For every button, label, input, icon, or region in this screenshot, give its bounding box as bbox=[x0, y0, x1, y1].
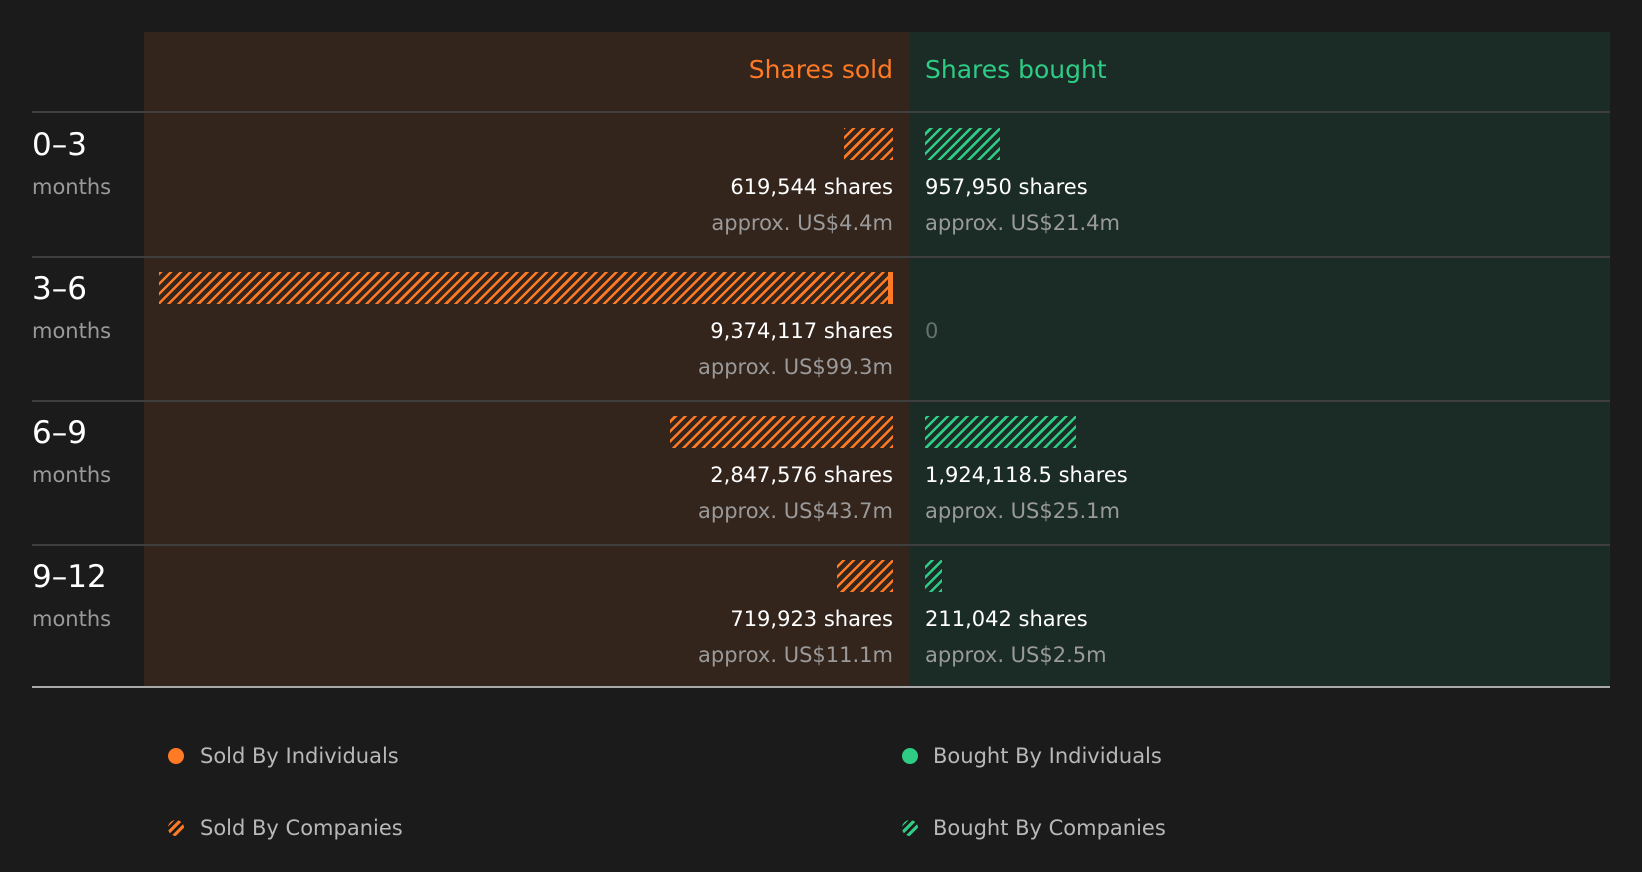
sold-bar bbox=[836, 560, 893, 592]
bought-shares-label: 1,924,118.5 shares bbox=[925, 463, 1128, 487]
sold-bar bbox=[844, 128, 893, 160]
period-label: 0–3 bbox=[32, 127, 87, 163]
sold-bar bbox=[159, 272, 893, 304]
sold-shares-label: 2,847,576 shares bbox=[710, 463, 893, 487]
bought-shares-label: 0 bbox=[925, 319, 939, 343]
legend-bought-by-individuals: Bought By Individuals bbox=[933, 744, 1162, 768]
sold-value-label: approx. US$99.3m bbox=[698, 355, 893, 379]
period-unit: months bbox=[32, 607, 112, 631]
bought-bar bbox=[925, 560, 942, 592]
sold-shares-label: 619,544 shares bbox=[730, 175, 893, 199]
period-row-6-9: 6–9 months 2,847,576 shares approx. US$4… bbox=[0, 400, 1642, 544]
sold-value-label: approx. US$43.7m bbox=[698, 499, 893, 523]
chart-bottom-rule bbox=[32, 686, 1610, 688]
period-unit: months bbox=[32, 319, 112, 343]
sold-shares-label: 719,923 shares bbox=[730, 607, 893, 631]
period-row-0-3: 0–3 months 619,544 shares approx. US$4.4… bbox=[0, 112, 1642, 256]
bought-value-label: approx. US$21.4m bbox=[925, 211, 1120, 235]
legend-bought-by-companies: Bought By Companies bbox=[933, 816, 1166, 840]
bought-shares-label: 211,042 shares bbox=[925, 607, 1088, 631]
sold-by-individuals-swatch bbox=[168, 748, 184, 764]
sold-by-companies-swatch bbox=[168, 820, 184, 836]
bought-by-individuals-swatch bbox=[902, 748, 918, 764]
bought-value-label: approx. US$2.5m bbox=[925, 643, 1107, 667]
sold-value-label: approx. US$4.4m bbox=[711, 211, 893, 235]
period-label: 9–12 bbox=[32, 559, 107, 595]
period-row-9-12: 9–12 months 719,923 shares approx. US$11… bbox=[0, 544, 1642, 688]
legend-sold-by-companies: Sold By Companies bbox=[200, 816, 403, 840]
period-unit: months bbox=[32, 463, 112, 487]
period-unit: months bbox=[32, 175, 112, 199]
shares-bought-header: Shares bought bbox=[925, 55, 1107, 84]
period-row-3-6: 3–6 months 9,374,117 shares approx. US$9… bbox=[0, 256, 1642, 400]
bought-bar bbox=[925, 128, 1000, 160]
bought-shares-label: 957,950 shares bbox=[925, 175, 1088, 199]
shares-sold-header: Shares sold bbox=[748, 55, 893, 84]
sold-by-individuals-bar bbox=[888, 272, 893, 304]
period-label: 6–9 bbox=[32, 415, 87, 451]
bought-value-label: approx. US$25.1m bbox=[925, 499, 1120, 523]
legend-sold-by-individuals: Sold By Individuals bbox=[200, 744, 399, 768]
sold-value-label: approx. US$11.1m bbox=[698, 643, 893, 667]
period-label: 3–6 bbox=[32, 271, 87, 307]
bought-by-companies-swatch bbox=[902, 820, 918, 836]
sold-shares-label: 9,374,117 shares bbox=[710, 319, 893, 343]
bought-bar bbox=[925, 416, 1076, 448]
sold-bar bbox=[670, 416, 893, 448]
